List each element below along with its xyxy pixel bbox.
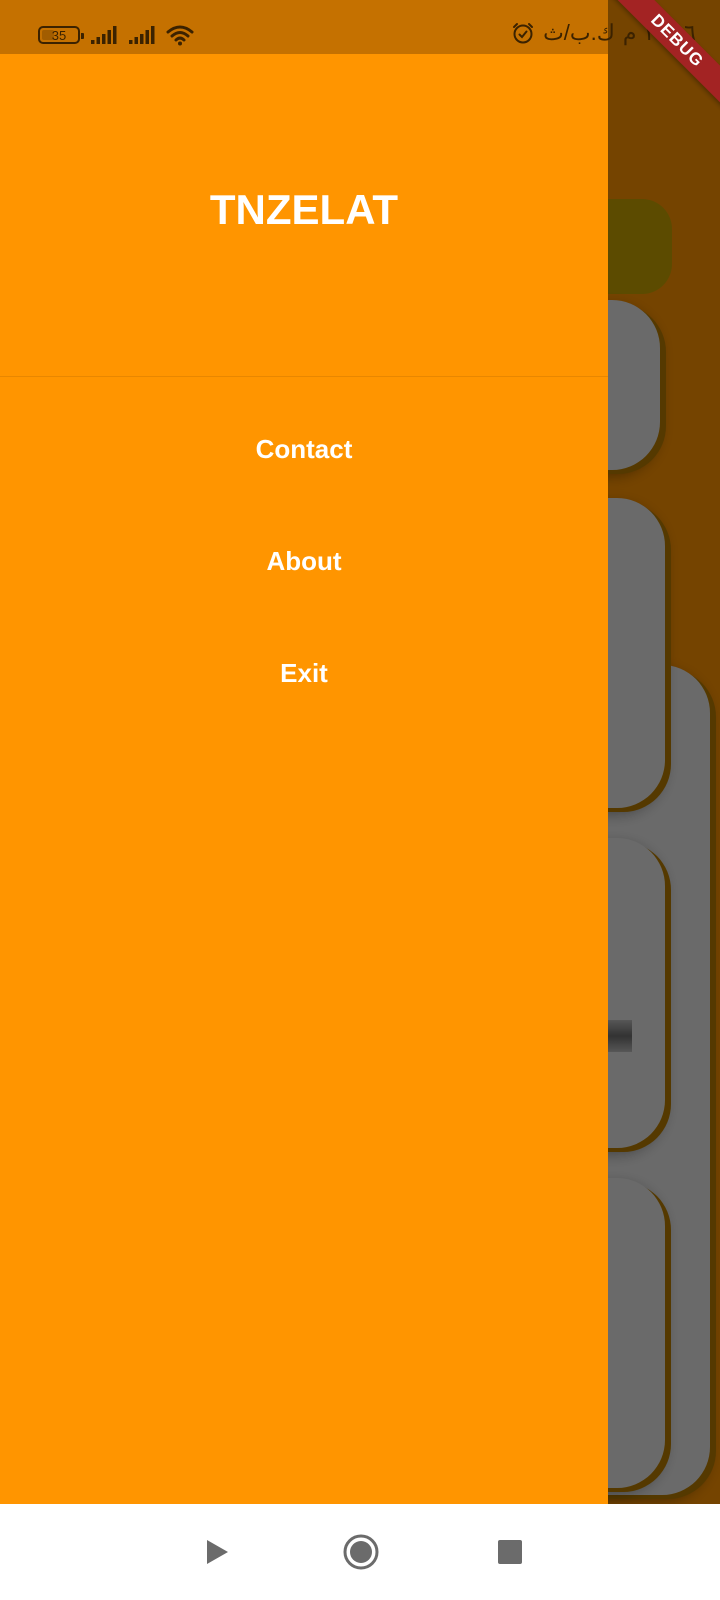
menu-item-exit[interactable]: Exit	[0, 645, 608, 701]
drawer-header: TNZELAT	[0, 54, 608, 377]
battery-icon: 35	[38, 26, 84, 44]
home-icon	[343, 1534, 379, 1570]
status-bar: 35 ك.ب/ث ١٠:٠٦	[0, 0, 720, 54]
nav-back-button[interactable]	[197, 1532, 237, 1572]
signal-icon	[129, 26, 155, 44]
menu-item-about[interactable]: About	[0, 533, 608, 589]
network-speed: ك.ب/ث	[543, 20, 615, 45]
signal-icon	[91, 26, 117, 44]
wifi-icon	[166, 25, 194, 46]
menu-item-contact[interactable]: Contact	[0, 421, 608, 477]
status-icons-left: 35	[38, 23, 194, 47]
alarm-icon	[513, 23, 534, 44]
navigation-bar	[0, 1504, 720, 1600]
nav-recents-button[interactable]	[490, 1532, 530, 1572]
battery-level: 35	[51, 27, 67, 43]
nav-home-button[interactable]	[341, 1532, 381, 1572]
drawer-title: TNZELAT	[209, 186, 399, 233]
recents-icon	[498, 1540, 522, 1564]
navigation-drawer: TNZELAT Contact About Exit	[0, 0, 608, 1504]
back-icon	[207, 1540, 228, 1564]
